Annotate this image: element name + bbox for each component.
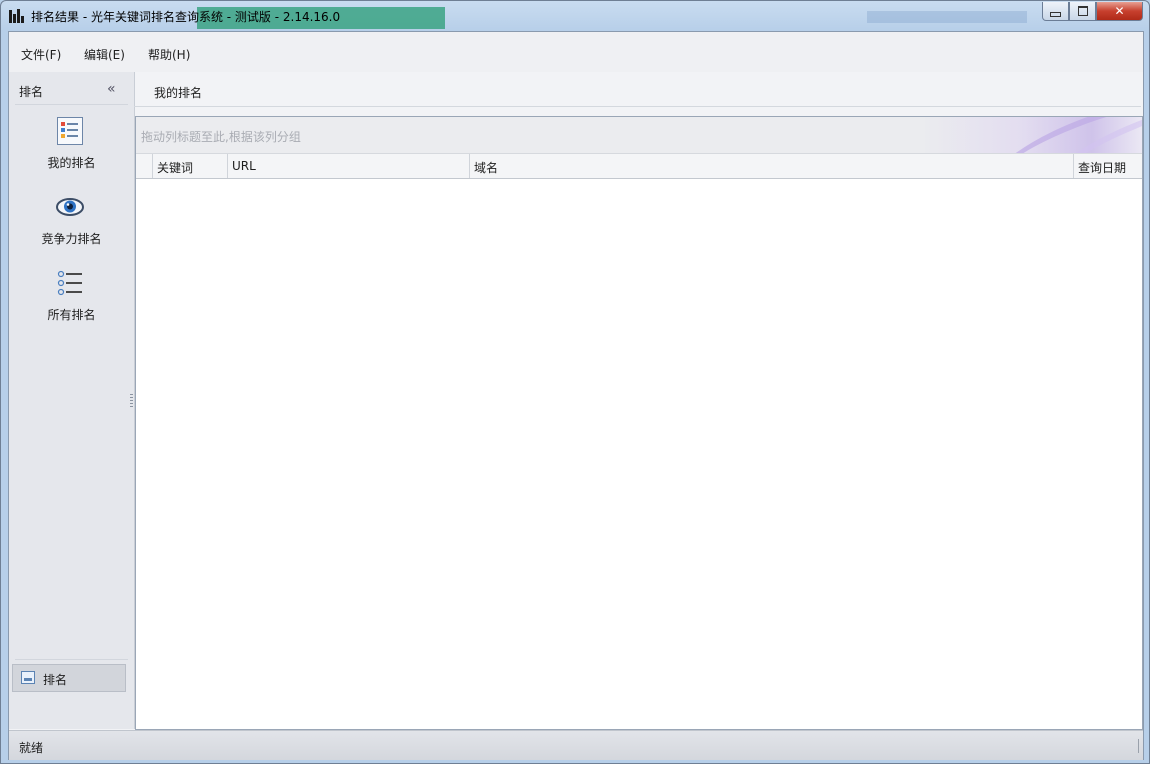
column-label: 查询日期 [1078,161,1127,175]
minimize-icon [1050,11,1061,17]
eye-icon [56,198,84,216]
column-label: 域名 [474,161,499,175]
column-header-query-date[interactable]: 查询日期 [1073,154,1143,178]
nav-item-label: 我的排名 [47,156,96,170]
results-grid[interactable]: 拖动列标题至此,根据该列分组 关键词 URL 域名 查询日期 [135,116,1143,730]
column-label: 关键词 [157,161,194,175]
window-controls: ✕ [1042,2,1143,21]
nav-item-label: 所有排名 [47,308,96,322]
resize-grip[interactable] [1138,739,1139,753]
nav-group-label: 排名 [43,673,68,687]
divider [15,659,128,660]
nav-item-competitive-rankings[interactable]: 竞争力排名 [9,192,134,258]
group-by-hint: 拖动列标题至此,根据该列分组 [141,130,301,144]
title-bar[interactable]: 排名结果 - 光年关键词排名查询系统 - 测试版 - 2.14.16.0 ✕ [1,1,1149,31]
column-header-url[interactable]: URL [227,154,469,178]
group-by-panel[interactable]: 拖动列标题至此,根据该列分组 [136,117,1142,153]
nav-header: 排名 « [9,72,134,104]
splitter-handle[interactable] [130,394,133,408]
chart-icon [21,671,35,684]
column-label: URL [232,159,256,173]
menu-file[interactable]: 文件(F) [21,46,61,63]
column-header-keyword[interactable]: 关键词 [152,154,227,178]
nav-title: 排名 [19,85,44,99]
menu-bar: 文件(F) 编辑(E) 帮助(H) [9,32,1143,72]
decorative-swoosh [952,117,1142,153]
page-title: 我的排名 [154,86,203,100]
background-window-strip [867,11,1027,23]
column-header-row: 关键词 URL 域名 查询日期 [136,153,1142,179]
collapse-nav-button[interactable]: « [107,81,116,97]
status-text: 就绪 [19,741,44,755]
nav-item-label: 竞争力排名 [41,232,102,246]
nav-group-button-rankings[interactable]: 排名 [12,664,126,692]
navigation-pane: 排名 « 我的排名 竞争力排名 所有排名 排名 [9,72,135,729]
menu-help[interactable]: 帮助(H) [148,46,190,63]
column-header-domain[interactable]: 域名 [469,154,1073,178]
app-logo-icon [9,9,25,23]
row-indicator-header [136,154,152,178]
minimize-button[interactable] [1042,2,1069,21]
window-title: 排名结果 - 光年关键词排名查询系统 - 测试版 - 2.14.16.0 [31,10,341,24]
app-window: 排名结果 - 光年关键词排名查询系统 - 测试版 - 2.14.16.0 ✕ 文… [0,0,1150,764]
restore-icon [1077,6,1088,16]
bullet-list-icon [57,270,82,296]
nav-item-all-rankings[interactable]: 所有排名 [9,268,134,334]
status-bar: 就绪 [9,730,1143,760]
divider [134,106,1141,107]
maximize-button[interactable] [1069,2,1096,21]
main-client: 文件(F) 编辑(E) 帮助(H) 排名 « 我的排名 竞争力排名 所有排名 排… [8,31,1144,760]
divider [15,104,128,105]
list-icon [57,117,83,145]
menu-edit[interactable]: 编辑(E) [84,46,125,63]
close-button[interactable]: ✕ [1096,2,1143,21]
nav-item-my-rankings[interactable]: 我的排名 [9,116,134,182]
